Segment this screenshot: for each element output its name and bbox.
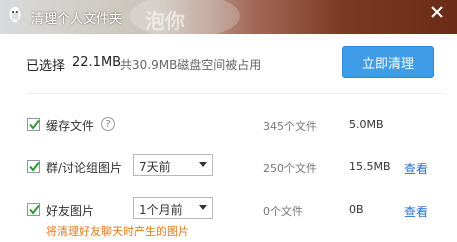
disk-usage-detail: 共30.9MB磁盘空间被占用 bbox=[120, 58, 262, 72]
help-icon[interactable]: ? bbox=[101, 117, 115, 131]
group-images-size: 15.5MB bbox=[349, 160, 391, 173]
select-value: 1个月前 bbox=[139, 203, 183, 217]
chevron-down-icon bbox=[199, 205, 207, 210]
friend-images-view-link[interactable]: 查看 bbox=[404, 203, 428, 220]
watermark-text: 泡你 bbox=[145, 9, 185, 33]
cache-size: 5.0MB bbox=[349, 118, 384, 131]
group-images-age-select[interactable]: 7天前 bbox=[133, 154, 213, 176]
cache-file-count: 345个文件 bbox=[263, 120, 317, 133]
cache-label: 缓存文件 bbox=[46, 119, 95, 133]
warning-text: 将清理好友聊天时产生的图片 bbox=[46, 225, 189, 238]
selected-amount: 22.1MB bbox=[72, 55, 122, 70]
chevron-down-icon bbox=[199, 162, 207, 167]
group-images-file-count: 250个文件 bbox=[263, 162, 317, 175]
checkmark-icon bbox=[29, 119, 40, 130]
checkmark-icon bbox=[29, 161, 40, 172]
select-value: 7天前 bbox=[139, 160, 171, 174]
friend-images-checkbox[interactable] bbox=[27, 203, 40, 216]
list-item-cache: 缓存文件 ? 345个文件 5.0MB bbox=[0, 112, 457, 138]
clean-personal-folder-dialog: 泡你 清理个人文件夹 已选择 22.1MB 共30.9MB磁盘空间被占用 立即清… bbox=[0, 0, 457, 242]
friend-images-label: 好友图片 bbox=[46, 204, 95, 218]
clean-now-button[interactable]: 立即清理 bbox=[342, 46, 434, 78]
close-button[interactable] bbox=[425, 2, 449, 22]
friend-images-size: 0B bbox=[349, 203, 364, 216]
window-title: 清理个人文件夹 bbox=[31, 12, 123, 27]
selected-label: 已选择 bbox=[26, 59, 66, 74]
list-item-group-images: 群/讨论组图片 7天前 250个文件 15.5MB 查看 bbox=[0, 154, 457, 180]
friend-images-age-select[interactable]: 1个月前 bbox=[133, 197, 213, 219]
divider bbox=[26, 93, 444, 94]
title-bar[interactable]: 泡你 清理个人文件夹 bbox=[0, 0, 457, 38]
group-images-label: 群/讨论组图片 bbox=[46, 161, 123, 175]
cache-checkbox[interactable] bbox=[27, 118, 40, 131]
group-images-checkbox[interactable] bbox=[27, 160, 40, 173]
friend-images-file-count: 0个文件 bbox=[263, 205, 303, 218]
penguin-icon bbox=[7, 6, 23, 24]
checkmark-icon bbox=[29, 204, 40, 215]
group-images-view-link[interactable]: 查看 bbox=[404, 160, 428, 177]
close-icon bbox=[431, 6, 443, 18]
list-item-friend-images: 好友图片 1个月前 0个文件 0B 查看 bbox=[0, 197, 457, 223]
